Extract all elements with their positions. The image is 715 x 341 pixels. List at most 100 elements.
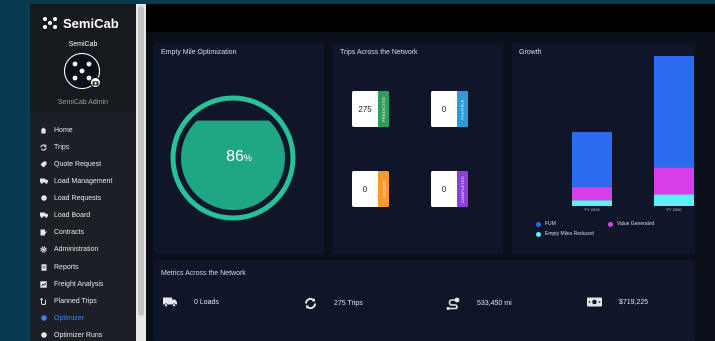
metric-label: 533,450 mi [477, 300, 512, 307]
sidebar-item-freight-analysis[interactable]: Freight Analysis [38, 278, 134, 290]
legend-item-fum: FUM [536, 221, 556, 227]
legend-dot [536, 221, 541, 227]
sidebar-item-trips[interactable]: Trips [38, 141, 134, 153]
sidebar-item-load-management[interactable]: Load Management [38, 175, 134, 187]
trip-box-flexible[interactable]: 0 FLEXIBLE [431, 91, 468, 127]
sidebar-item-label: Reports [54, 263, 79, 271]
route-icon [38, 297, 49, 305]
route-icon [446, 297, 460, 310]
sidebar-item-label: Quote Request [54, 160, 102, 168]
sidebar-item-label: Home [54, 126, 73, 134]
user-name: SemiCab Admin [57, 99, 109, 106]
trip-count: 0 [362, 184, 368, 194]
truck-icon [163, 297, 177, 307]
scrollbar-thumb[interactable] [138, 6, 144, 316]
x-tick-label: FY 2020 [666, 207, 682, 212]
sidebar-item-label: Load Requests [54, 194, 102, 202]
trip-count: 275 [358, 104, 372, 114]
panel-title: Metrics Across the Network [161, 270, 246, 277]
growth-chart: FY 2019 FY 2020 [572, 56, 694, 212]
refresh-icon [38, 143, 49, 151]
metric-value: $719,225 [587, 297, 648, 307]
bar-segment-empty-miles-reduced[interactable] [572, 200, 612, 206]
sidebar-item-planned-trips[interactable]: Planned Trips [38, 295, 134, 307]
trip-tag-label: LOCKED [381, 180, 386, 198]
bar-segment-value-generated[interactable] [654, 167, 694, 195]
metric-label: 275 Trips [334, 300, 363, 307]
legend-label: Value Generated [617, 221, 655, 227]
metric-label: $719,225 [619, 298, 649, 306]
chart-icon [38, 280, 49, 288]
document-edit-icon [38, 229, 49, 236]
camera-icon[interactable] [90, 77, 101, 88]
sidebar-item-label: Freight Analysis [54, 280, 104, 288]
gauge-value: 86% [154, 148, 324, 166]
sidebar-item-label: Contracts [54, 228, 84, 236]
legend-dot [536, 231, 541, 237]
semicab-logo-icon [43, 17, 57, 29]
gear-icon [38, 245, 49, 253]
sidebar-item-optimizer-runs[interactable]: Optimizer Runs [38, 329, 134, 341]
sidebar-item-label: Trips [54, 143, 70, 151]
legend-label: FUM [545, 221, 556, 227]
trip-box-locked[interactable]: 0 LOCKED [352, 171, 389, 207]
trip-tag: PREDICTED [378, 91, 389, 127]
circle-icon [38, 332, 49, 338]
sidebar-item-label: Administration [54, 245, 99, 253]
tag-icon [38, 161, 49, 168]
metric-miles: 533,450 mi [446, 297, 512, 310]
trip-count: 0 [441, 184, 447, 194]
metric-label: 0 Loads [194, 298, 219, 306]
trip-box-completed[interactable]: 0 COMPLETED [431, 171, 468, 207]
truck-icon [38, 178, 49, 184]
sidebar-item-load-requests[interactable]: Load Requests [38, 192, 134, 204]
bar-segment-fum[interactable] [654, 56, 694, 168]
sidebar-item-reports[interactable]: Reports [38, 261, 134, 273]
sidebar-item-administration[interactable]: Administration [38, 243, 134, 255]
circle-icon [38, 195, 49, 201]
gauge-unit: % [243, 153, 252, 163]
org-name: SemiCab [68, 41, 98, 48]
circle-icon [38, 315, 49, 321]
empty-mile-panel: Empty Mile Optimization 86% [154, 43, 324, 254]
legend-item-value-generated: Value Generated [608, 221, 654, 227]
trip-count: 0 [441, 104, 447, 114]
trip-tag-label: COMPLETED [460, 175, 466, 203]
trip-tag-label: PREDICTED [381, 96, 387, 122]
bar-segment-value-generated[interactable] [572, 186, 612, 201]
sidebar-item-optimizer[interactable]: Optimizer [38, 312, 134, 324]
sidebar-item-load-board[interactable]: Load Board [38, 209, 134, 221]
sidebar-item-contracts[interactable]: Contracts [38, 226, 134, 238]
bar-segment-empty-miles-reduced[interactable] [654, 194, 694, 206]
legend-label: Empty Miles Reduced [545, 231, 594, 237]
trip-tag: COMPLETED [457, 171, 468, 207]
legend-dot [608, 221, 613, 227]
document-icon [38, 263, 49, 271]
money-icon [587, 297, 602, 307]
metric-trips: 275 Trips [304, 297, 363, 310]
panel-title: Trips Across the Network [340, 49, 418, 56]
sidebar-item-label: Planned Trips [54, 297, 97, 305]
sidebar-nav: Home Trips Quote Request Load Management… [30, 112, 136, 341]
sidebar-item-label: Optimizer Runs [54, 331, 103, 339]
bar-segment-fum[interactable] [572, 131, 612, 187]
sidebar-item-label: Load Management [54, 177, 113, 185]
refresh-icon [304, 297, 317, 310]
trips-panel: Trips Across the Network 275 PREDICTED 0… [333, 43, 503, 254]
sidebar-item-label: Optimizer [54, 314, 84, 322]
sidebar-item-label: Load Board [54, 211, 91, 219]
brand-name: SemiCab [63, 15, 119, 31]
gauge-percent: 86 [226, 148, 244, 165]
growth-panel: Growth FY 2019 FY 2020 FUM Value Generate… [512, 43, 695, 254]
sidebar-item-quote-request[interactable]: Quote Request [38, 158, 134, 170]
trip-tag-label: FLEXIBLE [460, 98, 465, 120]
sidebar-item-home[interactable]: Home [38, 124, 134, 136]
sidebar-scrollbar[interactable] [136, 4, 146, 341]
avatar[interactable] [64, 53, 101, 89]
legend-item-empty-miles-reduced: Empty Miles Reduced [536, 231, 594, 237]
truck-icon [38, 212, 49, 218]
trip-box-predicted[interactable]: 275 PREDICTED [352, 91, 389, 127]
app-logo[interactable]: SemiCab [42, 15, 119, 31]
trip-tag: FLEXIBLE [457, 91, 468, 127]
x-tick-label: FY 2019 [584, 207, 600, 212]
